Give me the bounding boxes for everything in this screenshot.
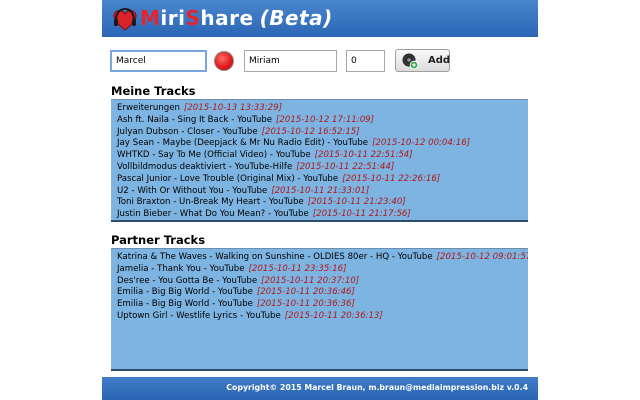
track-timestamp: [2015-10-11 21:17:56] — [312, 209, 411, 220]
track-row[interactable]: U2 - With Or Without You - YouTube [2015-… — [117, 186, 528, 198]
track-row[interactable]: Emilia - Big Big World - YouTube [2015-10… — [117, 299, 528, 311]
track-row[interactable]: Eli and Fur - You're so High (Original M… — [117, 221, 528, 222]
partner-name-input[interactable] — [244, 50, 337, 72]
track-title[interactable]: Julyan Dubson - Closer - YouTube — [117, 127, 258, 137]
track-title[interactable]: Jamelia - Thank You - YouTube — [117, 264, 245, 274]
track-title[interactable]: U2 - With Or Without You - YouTube — [117, 186, 267, 196]
add-button-label: Add — [428, 55, 451, 66]
track-row[interactable]: WHTKD - Say To Me (Official Video) - You… — [117, 150, 528, 162]
track-row[interactable]: Toni Braxton - Un-Break My Heart - YouTu… — [117, 197, 528, 209]
track-title[interactable]: Justin Bieber - What Do You Mean? - YouT… — [117, 209, 309, 219]
partner-tracks-list[interactable]: Katrina & The Waves - Walking on Sunshin… — [111, 248, 528, 371]
track-timestamp: [2015-10-11 22:51:54] — [314, 150, 413, 161]
track-timestamp: [2015-10-11 23:35:16] — [248, 263, 347, 274]
track-title[interactable]: Toni Braxton - Un-Break My Heart - YouTu… — [117, 197, 304, 207]
track-title[interactable]: Jay Sean - Maybe (Deepjack & Mr Nu Radio… — [117, 138, 368, 148]
track-title[interactable]: Pascal Junior - Love Trouble (Original M… — [117, 174, 338, 184]
own-name-input[interactable] — [110, 50, 207, 72]
track-timestamp: [2015-10-11 22:51:44] — [296, 161, 395, 172]
track-timestamp: [2015-10-12 16:52:15] — [261, 126, 360, 137]
track-timestamp: [2015-10-11 20:36:13] — [284, 310, 383, 321]
track-row[interactable]: Julyan Dubson - Closer - YouTube [2015-10… — [117, 127, 528, 139]
track-row[interactable]: Des'ree - You Gotta Be - YouTube [2015-10… — [117, 276, 528, 288]
track-timestamp: [2015-10-11 20:36:46] — [256, 287, 355, 298]
track-timestamp: [2015-10-11 22:26:16] — [342, 173, 441, 184]
track-title[interactable]: Uptown Girl - Westlife Lyrics - YouTube — [117, 311, 281, 321]
track-row[interactable]: Jay Sean - Maybe (Deepjack & Mr Nu Radio… — [117, 138, 528, 150]
track-title[interactable]: Katrina & The Waves - Walking on Sunshin… — [117, 252, 433, 262]
add-button[interactable]: Add — [395, 49, 450, 72]
track-timestamp: [2015-10-11 21:04:16] — [340, 221, 438, 222]
track-timestamp: [2015-10-11 21:33:01] — [271, 185, 370, 196]
track-row[interactable]: Vollbildmodus deaktiviert - YouTube-Hilf… — [117, 162, 528, 174]
track-row[interactable]: Uptown Girl - Westlife Lyrics - YouTube[… — [117, 311, 528, 323]
color-picker-button[interactable] — [214, 51, 234, 71]
track-row[interactable]: Justin Bieber - What Do You Mean? - YouT… — [117, 209, 528, 220]
track-row[interactable]: Pascal Junior - Love Trouble (Original M… — [117, 174, 528, 186]
track-row[interactable]: Katrina & The Waves - Walking on Sunshin… — [117, 252, 528, 264]
track-title[interactable]: Eli and Fur - You're so High (Original M… — [117, 221, 336, 222]
app-footer: Copyright© 2015 Marcel Braun, m.braun@me… — [102, 377, 538, 400]
track-timestamp: [2015-10-12 17:11:09] — [276, 114, 375, 125]
track-title[interactable]: Ash ft. Naila - Sing It Back - YouTube — [117, 115, 272, 125]
track-title[interactable]: Vollbildmodus deaktiviert - YouTube-Hilf… — [117, 162, 292, 172]
copyright-text: Copyright© 2015 Marcel Braun, m.braun@me… — [226, 383, 528, 392]
track-row[interactable]: Ash ft. Naila - Sing It Back - YouTube [2… — [117, 115, 528, 127]
app-header: MiriShare (Beta) — [102, 0, 538, 37]
track-title[interactable]: Erweiterungen — [117, 103, 180, 113]
track-title[interactable]: Emilia - Big Big World - YouTube — [117, 299, 253, 309]
partner-tracks-title: Partner Tracks — [111, 233, 206, 247]
track-title[interactable]: Emilia - Big Big World - YouTube — [117, 287, 253, 297]
count-input[interactable] — [346, 50, 385, 72]
track-title[interactable]: WHTKD - Say To Me (Official Video) - You… — [117, 150, 311, 160]
track-row[interactable]: Emilia - Big Big World - YouTube [2015-10… — [117, 287, 528, 299]
track-title[interactable]: Des'ree - You Gotta Be - YouTube — [117, 276, 257, 286]
track-timestamp: [2015-10-13 13:33:29] — [183, 103, 282, 113]
track-row[interactable]: Jamelia - Thank You - YouTube [2015-10-11… — [117, 264, 528, 276]
my-tracks-list[interactable]: Erweiterungen [2015-10-13 13:33:29] Ash ft… — [111, 99, 528, 222]
track-timestamp: [2015-10-12 00:04:16] — [372, 138, 471, 149]
track-row[interactable]: Erweiterungen [2015-10-13 13:33:29] — [117, 103, 528, 115]
track-timestamp: [2015-10-11 20:36:36] — [256, 299, 355, 310]
heart-headphones-logo-icon — [113, 7, 137, 31]
track-timestamp: [2015-10-12 09:01:57] — [436, 252, 528, 262]
app-title: MiriShare (Beta) — [140, 6, 333, 30]
track-timestamp: [2015-10-11 21:23:40] — [307, 197, 406, 208]
track-timestamp: [2015-10-11 20:37:10] — [261, 275, 360, 286]
my-tracks-title: Meine Tracks — [111, 84, 196, 98]
vinyl-record-add-icon — [402, 53, 418, 69]
